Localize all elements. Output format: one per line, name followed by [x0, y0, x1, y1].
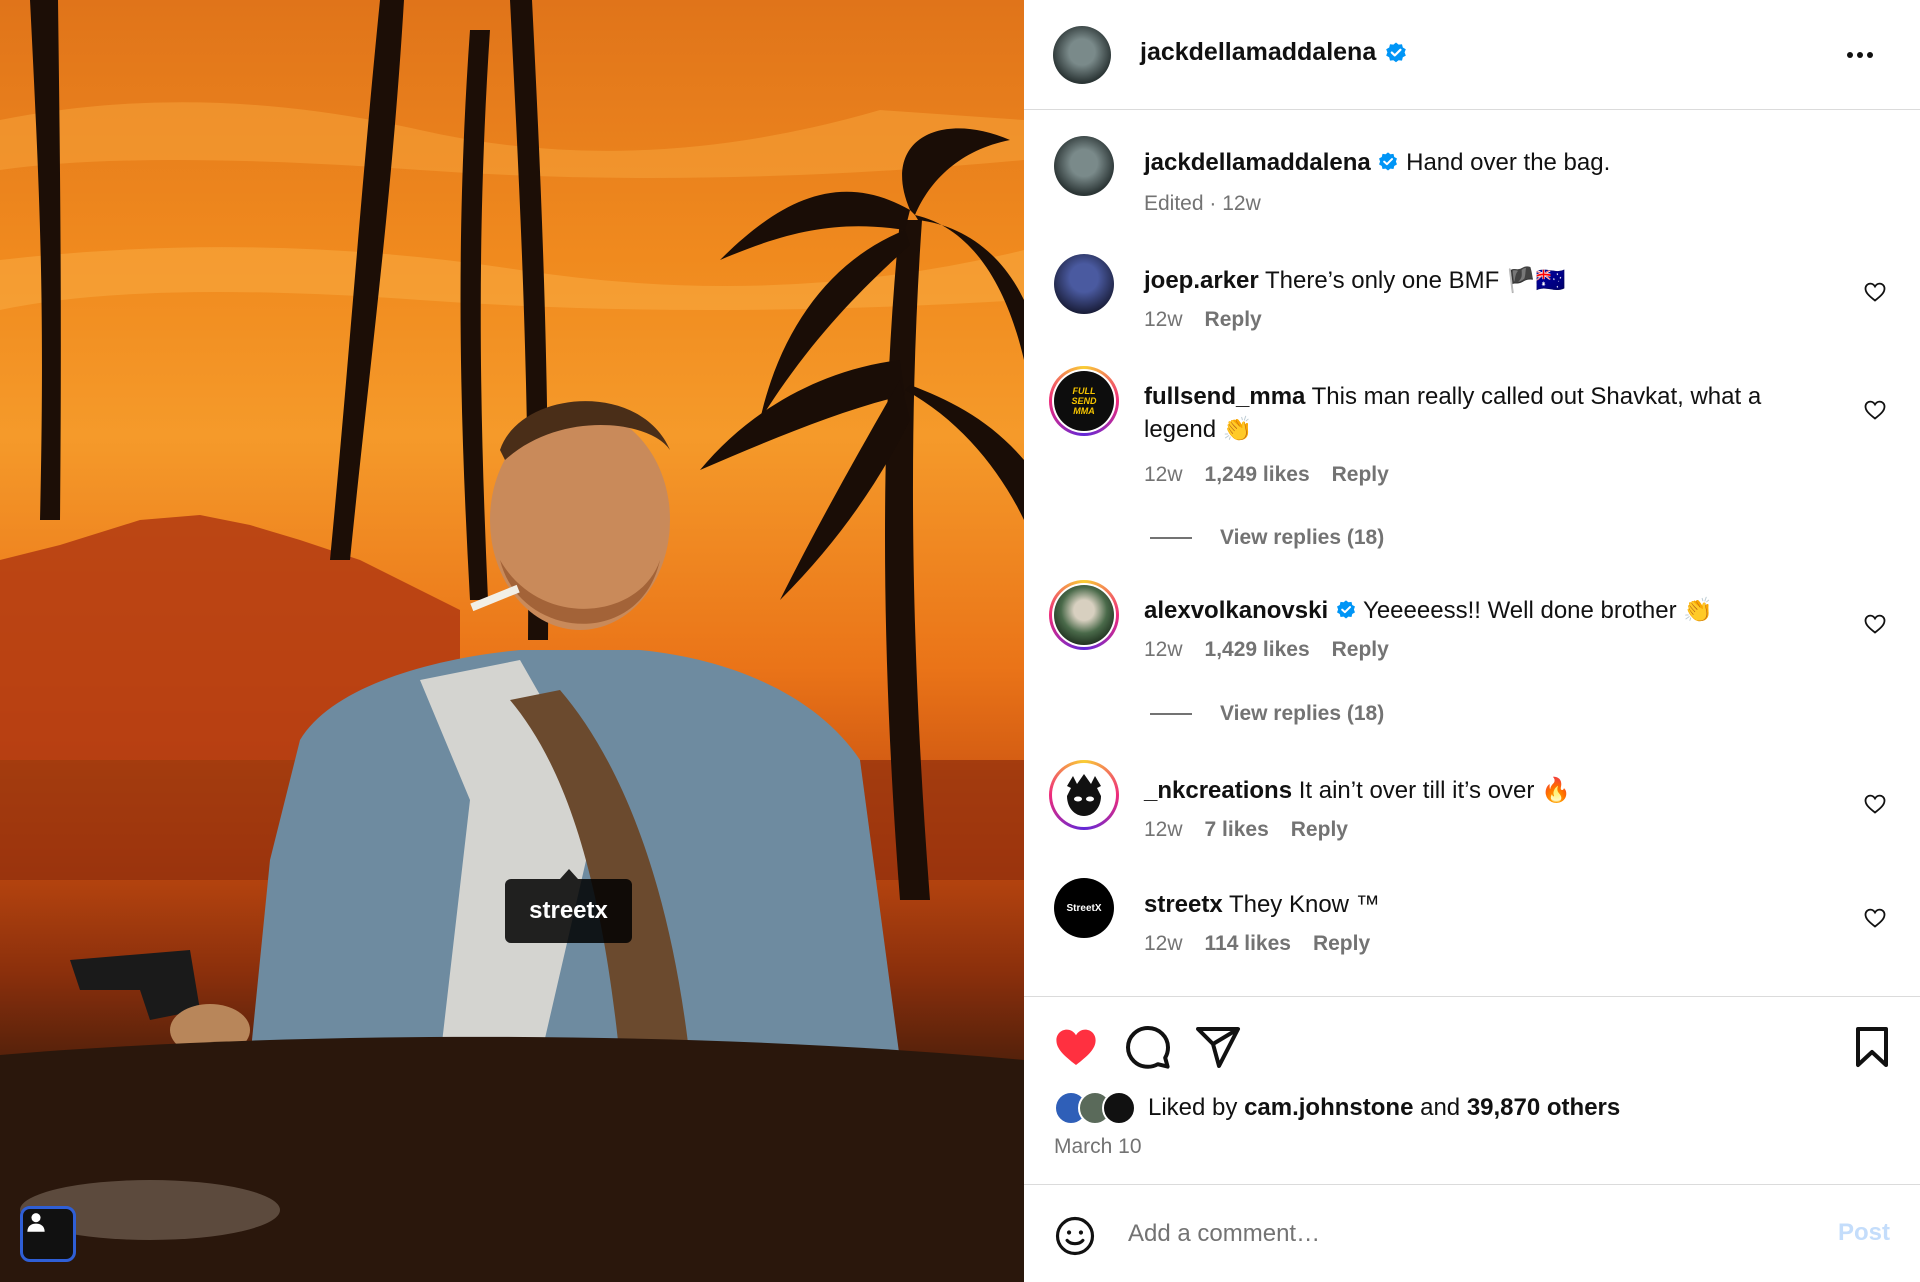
liked-by-text: Liked by cam.johnstone and 39,870 others [1148, 1094, 1620, 1122]
post-details-panel: jackdellamaddalena jackdellamaddalena Ha… [1024, 0, 1920, 1282]
post-image-illustration [0, 0, 1024, 1282]
comment-bubble-icon[interactable] [1124, 1023, 1172, 1071]
story-ring[interactable] [1049, 580, 1119, 650]
streetx-logo-text: StreetX [1066, 902, 1102, 914]
comment-text: Yeeeeess!! Well done brother 👏 [1363, 597, 1714, 624]
add-comment-bar: Post [1024, 1184, 1920, 1282]
caption-meta-text: Edited · 12w [1144, 192, 1261, 215]
verified-badge-icon [1386, 42, 1407, 62]
share-paper-plane-icon[interactable] [1194, 1023, 1242, 1071]
caption-text: Hand over the bag. [1406, 149, 1611, 176]
save-bookmark-icon[interactable] [1848, 1023, 1896, 1071]
reply-button[interactable]: Reply [1332, 463, 1389, 487]
caption-text-line: jackdellamaddalena Hand over the bag. [1144, 146, 1804, 179]
comment-likes[interactable]: 7 likes [1205, 818, 1269, 842]
story-ring[interactable] [1049, 760, 1119, 830]
commenter-avatar: FULL SEND MMA [1054, 371, 1114, 431]
commenter-avatar [1054, 585, 1114, 645]
post-header: jackdellamaddalena [1024, 0, 1920, 110]
like-comment-heart-icon[interactable] [1863, 398, 1887, 422]
liked-by-prefix: Liked by [1148, 1094, 1238, 1121]
comment-username[interactable]: fullsend_mma [1144, 383, 1305, 410]
story-ring[interactable]: FULL SEND MMA [1049, 366, 1119, 436]
comment-likes[interactable]: 1,429 likes [1205, 638, 1310, 662]
author-username-text[interactable]: jackdellamaddalena [1140, 38, 1376, 67]
replies-divider [1150, 713, 1192, 715]
view-replies-button[interactable]: View replies (18) [1150, 526, 1384, 550]
commenter-avatar[interactable]: StreetX [1054, 878, 1114, 938]
comment-username[interactable]: joep.arker [1144, 267, 1259, 294]
view-replies-text[interactable]: View replies (18) [1220, 526, 1384, 550]
comment-meta: 12w 7 likes Reply [1144, 818, 1348, 842]
tagged-users-button[interactable] [20, 1206, 76, 1262]
comment-age: 12w [1144, 308, 1183, 331]
like-comment-heart-icon[interactable] [1863, 280, 1887, 304]
comment-text-line: joep.arker There’s only one BMF 🏴🇦🇺 [1144, 264, 1804, 297]
comment-username[interactable]: _nkcreations [1144, 777, 1292, 804]
post-image[interactable]: streetx [0, 0, 1024, 1282]
liker-avatar[interactable] [1102, 1091, 1136, 1125]
verified-badge-icon [1379, 152, 1398, 171]
comment-text-line: fullsend_mma This man really called out … [1144, 380, 1804, 446]
liked-by-user[interactable]: cam.johnstone [1244, 1094, 1413, 1121]
comment-text-line: streetx They Know ™ [1144, 888, 1804, 921]
liked-by-row: Liked by cam.johnstone and 39,870 others [1054, 1091, 1620, 1125]
comment-age: 12w [1144, 463, 1183, 486]
liked-by-and: and [1420, 1094, 1461, 1121]
post-date[interactable]: March 10 [1054, 1135, 1142, 1159]
more-dot-icon [1867, 52, 1873, 58]
comment-meta: 12w 114 likes Reply [1144, 932, 1370, 956]
commenter-avatar[interactable] [1054, 254, 1114, 314]
verified-badge-icon [1336, 600, 1355, 619]
fullsend-logo-text: FULL SEND MMA [1071, 386, 1097, 416]
comment-age: 12w [1144, 932, 1183, 955]
product-tag-label[interactable]: streetx [505, 869, 632, 943]
replies-divider [1150, 537, 1192, 539]
more-dot-icon [1847, 52, 1853, 58]
more-dot-icon [1857, 52, 1863, 58]
like-comment-heart-icon[interactable] [1863, 612, 1887, 636]
add-comment-input[interactable] [1128, 1209, 1748, 1259]
comment-age: 12w [1144, 818, 1183, 841]
more-options-button[interactable] [1840, 40, 1880, 70]
comment-meta: 12w Reply [1144, 308, 1262, 332]
caption-meta: Edited · 12w [1144, 192, 1261, 216]
comment-likes[interactable]: 114 likes [1205, 932, 1291, 956]
comment-text-line: _nkcreations It ain’t over till it’s ove… [1144, 774, 1804, 807]
reply-button[interactable]: Reply [1332, 638, 1389, 662]
reply-button[interactable]: Reply [1205, 308, 1262, 332]
nkcreations-logo-icon [1067, 774, 1101, 816]
comments-list[interactable]: jackdellamaddalena Hand over the bag. Ed… [1024, 110, 1920, 996]
author-avatar[interactable] [1053, 26, 1111, 84]
like-comment-heart-icon[interactable] [1863, 792, 1887, 816]
caption-username[interactable]: jackdellamaddalena [1144, 149, 1371, 176]
comment-username[interactable]: streetx [1144, 891, 1223, 918]
comment-username[interactable]: alexvolkanovski [1144, 597, 1328, 624]
liked-by-others[interactable]: 39,870 others [1467, 1094, 1620, 1121]
comment-age: 12w [1144, 638, 1183, 661]
comment-text: It ain’t over till it’s over 🔥 [1298, 777, 1571, 804]
commenter-avatar [1054, 765, 1114, 825]
comment-text: There’s only one BMF 🏴🇦🇺 [1264, 267, 1566, 294]
view-replies-button[interactable]: View replies (18) [1150, 702, 1384, 726]
liked-heart-icon[interactable] [1052, 1023, 1100, 1071]
post-comment-button[interactable]: Post [1838, 1219, 1890, 1247]
comment-meta: 12w 1,429 likes Reply [1144, 638, 1389, 662]
comment-meta: 12w 1,249 likes Reply [1144, 463, 1389, 487]
reply-button[interactable]: Reply [1291, 818, 1348, 842]
like-comment-heart-icon[interactable] [1863, 906, 1887, 930]
reply-button[interactable]: Reply [1313, 932, 1370, 956]
person-icon [27, 1213, 45, 1232]
emoji-smiley-icon[interactable] [1054, 1215, 1096, 1257]
comment-text-line: alexvolkanovski Yeeeeess!! Well done bro… [1144, 594, 1804, 627]
view-replies-text[interactable]: View replies (18) [1220, 702, 1384, 726]
author-username[interactable]: jackdellamaddalena [1140, 38, 1408, 67]
instagram-post-modal: streetx jackdellamaddalena jackdellamadd… [0, 0, 1920, 1282]
caption-author-avatar[interactable] [1054, 136, 1114, 196]
comment-likes[interactable]: 1,249 likes [1205, 463, 1310, 487]
post-actions: Liked by cam.johnstone and 39,870 others… [1024, 996, 1920, 1184]
comment-text: They Know ™ [1228, 891, 1380, 918]
